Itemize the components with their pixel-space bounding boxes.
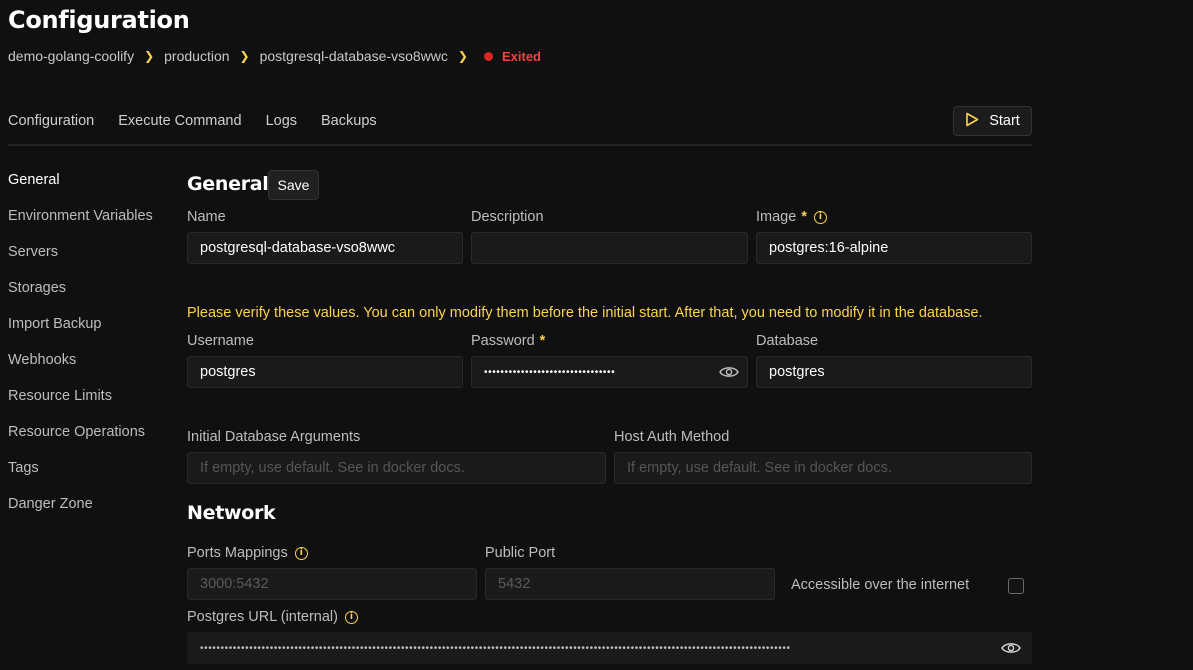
sidebar-item-import-backup[interactable]: Import Backup: [8, 314, 153, 350]
save-button[interactable]: Save: [268, 170, 319, 200]
tab-logs[interactable]: Logs: [266, 104, 297, 129]
play-icon: [965, 112, 979, 131]
username-label: Username: [187, 333, 254, 349]
sidebar: General Environment Variables Servers St…: [8, 170, 153, 530]
start-button[interactable]: Start: [953, 106, 1032, 136]
image-label: Image * i: [756, 209, 827, 225]
sidebar-item-general[interactable]: General: [8, 170, 153, 206]
accessible-checkbox[interactable]: [1008, 578, 1024, 594]
tab-backups[interactable]: Backups: [321, 104, 377, 129]
breadcrumb-environment[interactable]: production: [164, 48, 229, 64]
sidebar-item-storages[interactable]: Storages: [8, 278, 153, 314]
username-field[interactable]: postgres: [187, 356, 463, 388]
description-label: Description: [471, 209, 544, 225]
page-title: Configuration: [8, 6, 190, 34]
breadcrumb-resource[interactable]: postgresql-database-vso8wwc: [260, 48, 448, 64]
image-field[interactable]: postgres:16-alpine: [756, 232, 1032, 264]
password-field[interactable]: ••••••••••••••••••••••••••••••••: [471, 356, 748, 388]
status-dot-icon: [483, 51, 493, 61]
ports-label: Ports Mappings i: [187, 545, 308, 561]
general-section-title: General: [187, 173, 269, 195]
info-icon[interactable]: i: [344, 610, 358, 624]
breadcrumb-project[interactable]: demo-golang-coolify: [8, 48, 134, 64]
info-icon[interactable]: i: [294, 546, 308, 560]
sidebar-item-danger-zone[interactable]: Danger Zone: [8, 494, 153, 530]
required-asterisk: *: [539, 333, 546, 349]
password-value: ••••••••••••••••••••••••••••••••: [484, 366, 616, 378]
tab-configuration[interactable]: Configuration: [8, 104, 94, 129]
database-label: Database: [756, 333, 819, 349]
sidebar-item-resource-limits[interactable]: Resource Limits: [8, 386, 153, 422]
database-field[interactable]: postgres: [756, 356, 1032, 388]
postgres-url-field[interactable]: ••••••••••••••••••••••••••••••••••••••••…: [187, 632, 1032, 664]
init-args-field[interactable]: If empty, use default. See in docker doc…: [187, 452, 606, 484]
sidebar-item-tags[interactable]: Tags: [8, 458, 153, 494]
password-label: Password *: [471, 333, 546, 349]
public-port-label: Public Port: [485, 545, 556, 561]
name-label: Name: [187, 209, 226, 225]
chevron-right-icon: ❯: [144, 49, 155, 63]
description-field[interactable]: [471, 232, 748, 264]
warning-message: Please verify these values. You can only…: [187, 305, 983, 321]
tab-bar: Configuration Execute Command Logs Backu…: [8, 104, 1032, 146]
status-badge: Exited: [501, 48, 541, 64]
start-label: Start: [989, 113, 1020, 129]
network-section-title: Network: [187, 502, 276, 524]
ports-field[interactable]: 3000:5432: [187, 568, 477, 600]
host-auth-field[interactable]: If empty, use default. See in docker doc…: [614, 452, 1032, 484]
accessible-label: Accessible over the internet: [791, 577, 970, 593]
init-args-label: Initial Database Arguments: [187, 429, 361, 445]
eye-icon[interactable]: [719, 365, 739, 379]
required-asterisk: *: [801, 209, 807, 225]
postgres-url-label: Postgres URL (internal) i: [187, 609, 358, 625]
chevron-right-icon: ❯: [457, 49, 468, 63]
sidebar-item-environment-variables[interactable]: Environment Variables: [8, 206, 153, 242]
tab-execute-command[interactable]: Execute Command: [118, 104, 241, 129]
sidebar-item-webhooks[interactable]: Webhooks: [8, 350, 153, 386]
public-port-field[interactable]: 5432: [485, 568, 775, 600]
chevron-right-icon: ❯: [239, 49, 250, 63]
postgres-url-value: ••••••••••••••••••••••••••••••••••••••••…: [200, 642, 791, 654]
name-field[interactable]: postgresql-database-vso8wwc: [187, 232, 463, 264]
info-icon[interactable]: i: [813, 210, 827, 224]
eye-icon[interactable]: [1001, 641, 1021, 655]
host-auth-label: Host Auth Method: [614, 429, 730, 445]
sidebar-item-resource-operations[interactable]: Resource Operations: [8, 422, 153, 458]
breadcrumb: demo-golang-coolify ❯ production ❯ postg…: [8, 47, 541, 65]
sidebar-item-servers[interactable]: Servers: [8, 242, 153, 278]
